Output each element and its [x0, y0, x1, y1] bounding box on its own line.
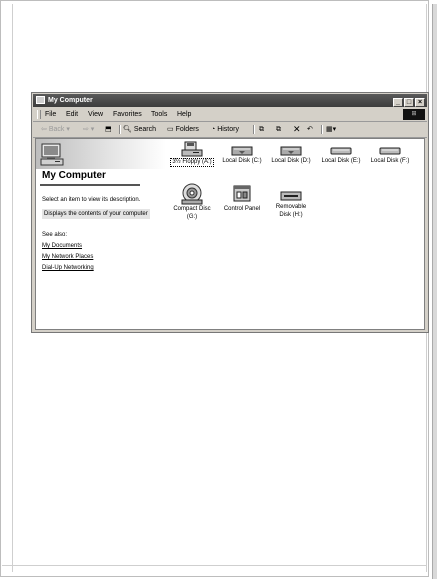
link-my-network-places[interactable]: My Network Places: [42, 254, 93, 260]
drive-a[interactable]: 3½ Floppy (A:): [166, 141, 218, 167]
move-to-button[interactable]: ⧉: [259, 122, 264, 137]
page-divider: [2, 565, 427, 566]
undo-button[interactable]: ↶: [307, 122, 313, 137]
folders-label: Folders: [175, 126, 199, 133]
title-underline: [40, 184, 140, 186]
link-dial-up-networking[interactable]: Dial-Up Networking: [42, 265, 94, 271]
drive-c[interactable]: Local Disk (C:): [217, 145, 267, 165]
title-bar[interactable]: My Computer _ □ ×: [33, 94, 427, 107]
history-icon: ◔: [211, 126, 216, 133]
standard-toolbar: ⇦ Back ▾ ⇨ ▾ ⬒ 🔍︎ Search ▭ Folders ◔ His…: [33, 122, 427, 138]
up-folder-button[interactable]: ⬒: [105, 122, 112, 137]
removable-disk-icon: [280, 191, 302, 201]
drive-label: Local Disk (D:): [271, 158, 311, 164]
drive-label-line2: (G:): [186, 214, 198, 220]
control-panel[interactable]: Control Panel: [217, 183, 267, 213]
up-folder-icon: ⬒: [105, 126, 112, 133]
history-button[interactable]: ◔ History: [211, 122, 239, 137]
floppy-drive-icon: [181, 141, 203, 157]
computer-icon: [36, 96, 45, 104]
drive-label: Local Disk (F:): [370, 158, 410, 164]
history-label: History: [217, 126, 239, 133]
drive-h[interactable]: Removable Disk (H:): [266, 189, 316, 219]
description-text: Displays the contents of your computer: [42, 209, 150, 219]
menu-favorites[interactable]: Favorites: [113, 108, 142, 121]
menu-edit[interactable]: Edit: [66, 108, 78, 121]
menu-view[interactable]: View: [88, 108, 103, 121]
drive-label: 3½ Floppy (A:): [170, 158, 214, 167]
menu-bar: File Edit View Favorites Tools Help ⊞: [33, 108, 427, 122]
search-label: Search: [133, 126, 157, 133]
hard-disk-icon: [231, 146, 253, 156]
menu-tools[interactable]: Tools: [151, 108, 167, 121]
my-computer-window: My Computer _ □ × File Edit View Favorites…: [31, 92, 429, 333]
forward-arrow-icon: ⇨ ▾: [83, 126, 95, 133]
copy-to-button[interactable]: ⧉: [276, 122, 281, 137]
menu-grip: [37, 110, 41, 119]
cd-drive-icon: [181, 183, 203, 205]
folders-icon: ▭: [167, 126, 174, 133]
windows-logo-icon: ⊞: [403, 109, 425, 120]
window-title: My Computer: [48, 97, 93, 104]
back-button[interactable]: ⇦ Back ▾: [41, 122, 70, 137]
left-pane: My Computer Select an item to view its d…: [36, 139, 166, 329]
dropdown-arrow-icon: ▾: [66, 126, 70, 133]
copy-to-icon: ⧉: [276, 126, 281, 133]
hard-disk-icon: [330, 147, 352, 155]
search-icon: 🔍︎: [123, 126, 132, 133]
description-hint: Select an item to view its description.: [42, 197, 141, 203]
drive-label-line2: Disk (H:): [279, 212, 303, 218]
move-to-icon: ⧉: [259, 126, 264, 133]
back-arrow-icon: ⇦: [41, 126, 47, 133]
my-computer-icon: [40, 143, 64, 166]
drive-label: Control Panel: [223, 206, 261, 212]
back-label: Back: [48, 126, 65, 133]
forward-button[interactable]: ⇨ ▾: [83, 122, 94, 137]
drive-e[interactable]: Local Disk (E:): [316, 145, 366, 165]
drive-f[interactable]: Local Disk (F:): [365, 145, 415, 165]
maximize-button[interactable]: □: [404, 98, 414, 107]
views-button[interactable]: ▦▾: [326, 122, 336, 137]
views-icon: ▦▾: [326, 126, 337, 133]
drive-label-line1: Removable: [275, 204, 307, 210]
toolbar-separator: [253, 125, 255, 134]
item-description: Displays the contents of your computer: [42, 209, 150, 219]
page-edge: [432, 4, 437, 579]
see-also-label: See also:: [42, 232, 68, 238]
menu-file[interactable]: File: [45, 108, 56, 121]
toolbar-separator: [321, 125, 323, 134]
search-button[interactable]: 🔍︎ Search: [123, 122, 156, 137]
delete-icon: ✕: [293, 124, 301, 134]
delete-button[interactable]: ✕: [293, 122, 301, 137]
drive-label: Local Disk (C:): [222, 158, 262, 164]
content-area: My Computer Select an item to view its d…: [35, 138, 425, 330]
drive-label-line1: Compact Disc: [173, 206, 211, 212]
window-controls: _ □ ×: [392, 96, 425, 107]
undo-icon: ↶: [307, 126, 313, 133]
link-my-documents[interactable]: My Documents: [42, 243, 82, 249]
folders-button[interactable]: ▭ Folders: [167, 122, 199, 137]
left-pane-title: My Computer: [42, 170, 106, 181]
drive-label: Local Disk (E:): [321, 158, 361, 164]
hard-disk-icon: [379, 147, 401, 155]
control-panel-icon: [233, 185, 251, 202]
drive-d[interactable]: Local Disk (D:): [266, 145, 316, 165]
menu-help[interactable]: Help: [177, 108, 191, 121]
toolbar-separator: [119, 125, 121, 134]
close-button[interactable]: ×: [415, 98, 425, 107]
minimize-button[interactable]: _: [393, 98, 403, 107]
drive-g[interactable]: Compact Disc (G:): [166, 183, 218, 221]
hard-disk-icon: [280, 146, 302, 156]
